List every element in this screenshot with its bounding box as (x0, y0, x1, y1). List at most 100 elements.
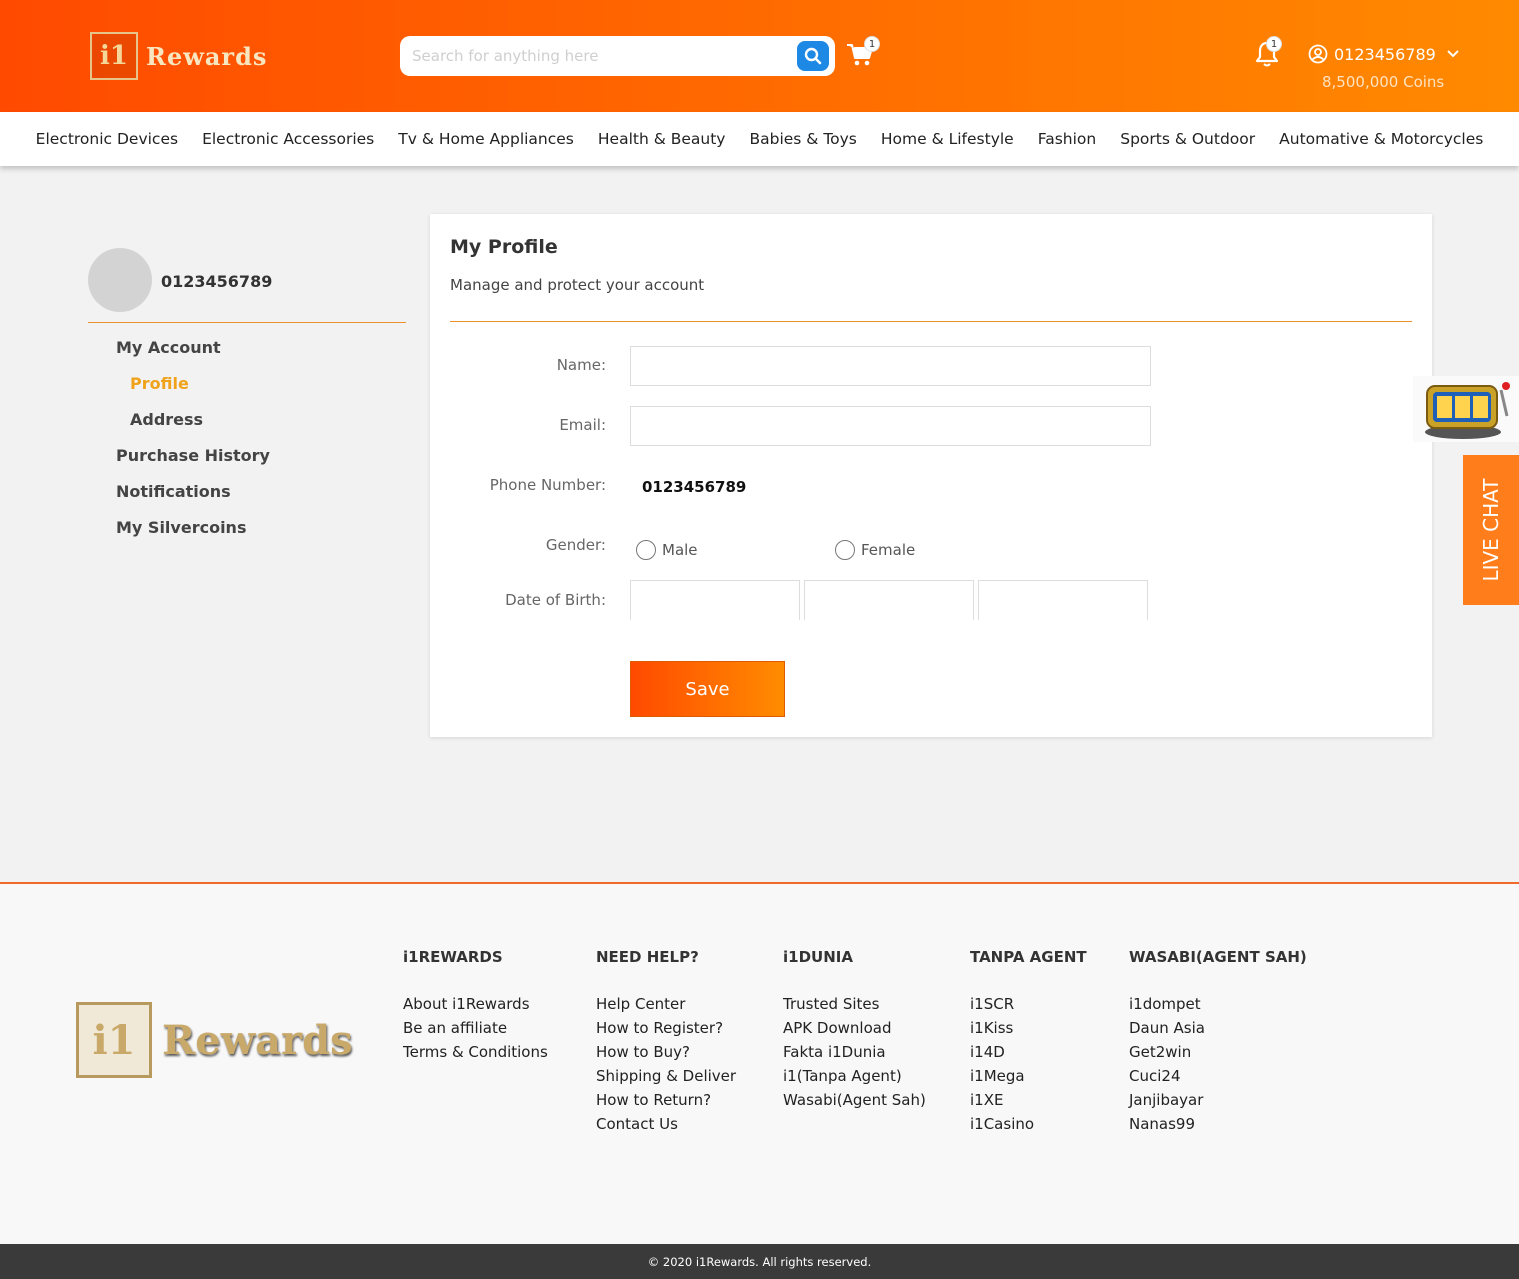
footer-link[interactable]: i1XE (970, 1088, 1087, 1112)
footer-link[interactable]: Wasabi(Agent Sah) (783, 1088, 926, 1112)
footer-link[interactable]: Help Center (596, 992, 736, 1016)
avatar[interactable] (88, 248, 152, 312)
top-header: i1 Rewards 1 1 01234567 (0, 0, 1519, 112)
menu-item-profile[interactable]: Profile (116, 374, 270, 410)
footer-link[interactable]: About i1Rewards (403, 992, 548, 1016)
sidebar-divider (88, 322, 406, 323)
name-field[interactable] (630, 346, 1151, 386)
footer-heading: NEED HELP? (596, 948, 699, 966)
copyright-bar: © 2020 i1Rewards. All rights reserved. (0, 1244, 1519, 1279)
footer-link[interactable]: Be an affiliate (403, 1016, 548, 1040)
footer-link[interactable]: Trusted Sites (783, 992, 926, 1016)
notification-button[interactable]: 1 (1254, 36, 1282, 70)
page-subtitle: Manage and protect your account (450, 276, 705, 294)
category-nav: Electronic Devices Electronic Accessorie… (0, 112, 1519, 166)
email-label: Email: (559, 416, 606, 434)
menu-item-my-silvercoins[interactable]: My Silvercoins (116, 518, 270, 554)
dob-year-select[interactable] (978, 580, 1148, 620)
footer-link[interactable]: i1Mega (970, 1064, 1087, 1088)
cart-button[interactable]: 1 (846, 36, 880, 70)
footer-link[interactable]: i1SCR (970, 992, 1087, 1016)
footer-link[interactable]: i14D (970, 1040, 1087, 1064)
radio-circle[interactable] (835, 540, 855, 560)
slot-machine-icon (1425, 382, 1510, 439)
footer-link[interactable]: How to Buy? (596, 1040, 736, 1064)
footer-column-i1dunia: i1DUNIA Trusted Sites APK Download Fakta… (783, 948, 926, 1112)
footer-column-tanpa-agent: TANPA AGENT i1SCR i1Kiss i14D i1Mega i1X… (970, 948, 1087, 1136)
footer-link[interactable]: How to Return? (596, 1088, 736, 1112)
profile-divider (450, 321, 1412, 322)
category-sports-outdoor[interactable]: Sports & Outdoor (1120, 130, 1255, 148)
category-tv-home-appliances[interactable]: Tv & Home Appliances (398, 130, 574, 148)
footer-heading: i1DUNIA (783, 948, 853, 966)
dob-day-select[interactable] (630, 580, 800, 620)
sidebar-username: 0123456789 (161, 272, 273, 291)
footer-link[interactable]: i1(Tanpa Agent) (783, 1064, 926, 1088)
menu-item-purchase-history[interactable]: Purchase History (116, 446, 270, 482)
dob-month-select[interactable] (804, 580, 974, 620)
footer-heading: WASABI(AGENT SAH) (1129, 948, 1307, 966)
footer-column-need-help: NEED HELP? Help Center How to Register? … (596, 948, 736, 1136)
footer-link[interactable]: i1Kiss (970, 1016, 1087, 1040)
account-menu: My Account Profile Address Purchase Hist… (116, 338, 270, 554)
search-icon (804, 47, 822, 65)
menu-item-address[interactable]: Address (116, 410, 270, 446)
footer-heading: TANPA AGENT (970, 948, 1087, 966)
footer-link[interactable]: Daun Asia (1129, 1016, 1307, 1040)
footer-link[interactable]: Janjibayar (1129, 1088, 1307, 1112)
chevron-down-icon (1447, 50, 1459, 58)
dob-label: Date of Birth: (505, 591, 606, 609)
category-babies-toys[interactable]: Babies & Toys (749, 130, 856, 148)
gender-male-radio[interactable]: Male (636, 540, 698, 560)
footer-link[interactable]: Fakta i1Dunia (783, 1040, 926, 1064)
live-chat-label: LIVE CHAT (1479, 478, 1503, 582)
footer-link[interactable]: Cuci24 (1129, 1064, 1307, 1088)
category-electronic-devices[interactable]: Electronic Devices (36, 130, 178, 148)
phone-value: 0123456789 (642, 478, 747, 496)
menu-item-my-account[interactable]: My Account (116, 338, 270, 374)
gender-male-label: Male (662, 541, 698, 559)
radio-circle[interactable] (636, 540, 656, 560)
email-field[interactable] (630, 406, 1151, 446)
category-automative-motorcycles[interactable]: Automative & Motorcycles (1279, 130, 1483, 148)
profile-card: My Profile Manage and protect your accou… (430, 214, 1432, 737)
footer-link[interactable]: APK Download (783, 1016, 926, 1040)
logo-mark: i1 (90, 32, 138, 80)
user-menu[interactable]: 0123456789 (1308, 44, 1460, 64)
live-chat-button[interactable]: LIVE CHAT (1463, 455, 1519, 605)
footer-link[interactable]: Contact Us (596, 1112, 736, 1136)
footer-column-i1rewards: i1REWARDS About i1Rewards Be an affiliat… (403, 948, 548, 1064)
search-button[interactable] (797, 41, 829, 71)
footer-logo-text: Rewards (162, 1016, 353, 1064)
name-label: Name: (556, 356, 606, 374)
save-button[interactable]: Save (630, 661, 785, 717)
category-fashion[interactable]: Fashion (1038, 130, 1097, 148)
category-electronic-accessories[interactable]: Electronic Accessories (202, 130, 374, 148)
footer-link[interactable]: How to Register? (596, 1016, 736, 1040)
gender-female-radio[interactable]: Female (835, 540, 915, 560)
footer-link[interactable]: Shipping & Deliver (596, 1064, 736, 1088)
free-spin-widget[interactable] (1413, 376, 1519, 442)
footer-link[interactable]: Get2win (1129, 1040, 1307, 1064)
footer-link[interactable]: Terms & Conditions (403, 1040, 548, 1064)
phone-label: Phone Number: (489, 476, 606, 494)
footer-logo[interactable]: i1 Rewards (76, 1002, 353, 1078)
category-health-beauty[interactable]: Health & Beauty (598, 130, 726, 148)
coin-balance: 8,500,000 Coins (1322, 73, 1445, 91)
search-input[interactable] (412, 44, 782, 68)
gender-female-label: Female (861, 541, 916, 559)
footer-heading: i1REWARDS (403, 948, 503, 966)
footer-column-wasabi: WASABI(AGENT SAH) i1dompet Daun Asia Get… (1129, 948, 1307, 1136)
footer-link[interactable]: i1Casino (970, 1112, 1087, 1136)
footer-link[interactable]: i1dompet (1129, 992, 1307, 1016)
user-circle-icon (1308, 44, 1328, 64)
menu-item-notifications[interactable]: Notifications (116, 482, 270, 518)
site-logo[interactable]: i1 Rewards (90, 32, 267, 80)
page-title: My Profile (450, 236, 558, 258)
category-home-lifestyle[interactable]: Home & Lifestyle (881, 130, 1014, 148)
cart-count-badge: 1 (864, 36, 880, 52)
search-bar (400, 36, 835, 76)
footer-logo-mark: i1 (76, 1002, 152, 1078)
site-footer: i1 Rewards i1REWARDS About i1Rewards Be … (0, 882, 1519, 1244)
footer-link[interactable]: Nanas99 (1129, 1112, 1307, 1136)
